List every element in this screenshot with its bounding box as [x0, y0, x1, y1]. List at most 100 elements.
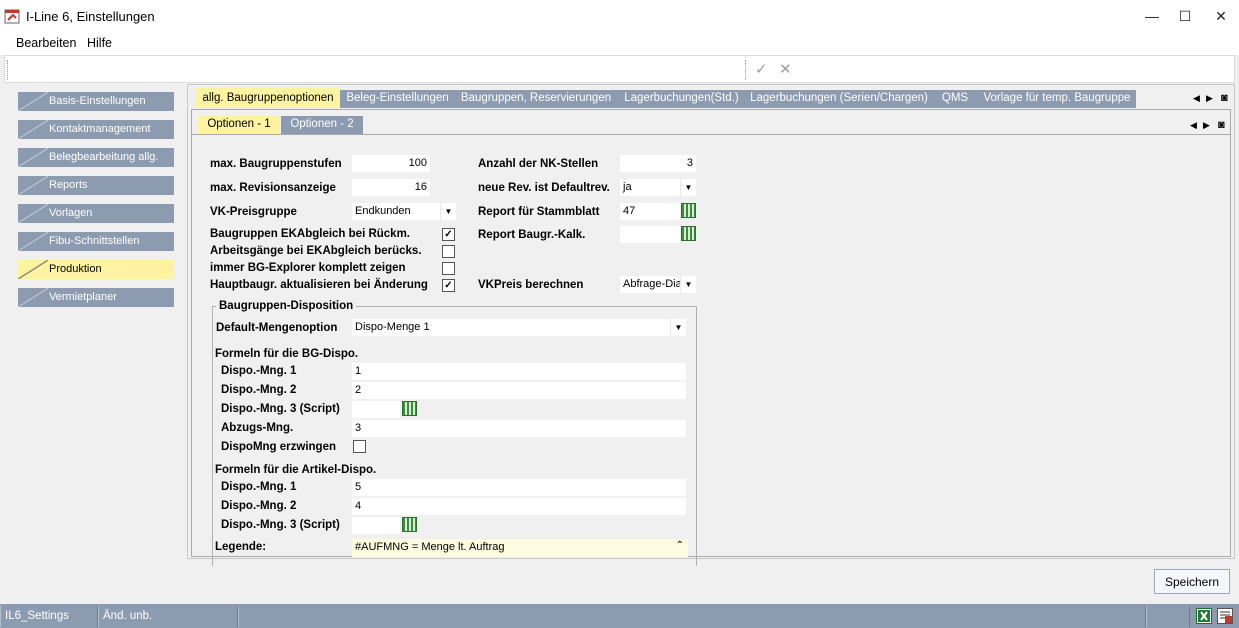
confirm-icon[interactable]: ✓ — [755, 60, 768, 78]
tab-lagerbuchungen-serien[interactable]: Lagerbuchungen (Serien/Chargen) — [746, 90, 932, 108]
app-icon — [4, 9, 20, 24]
sidebar-item-kontakt[interactable]: Kontaktmanagement — [18, 120, 174, 139]
bg-explorer-checkbox[interactable] — [442, 262, 455, 275]
sidebar-item-fibu[interactable]: Fibu-Schnittstellen — [18, 232, 174, 251]
menu-bearbeiten[interactable]: Bearbeiten — [16, 36, 76, 50]
maximize-button[interactable]: ☐ — [1174, 6, 1196, 26]
ag-ek-label: Arbeitsgänge bei EKAbgleich berücks. — [210, 245, 422, 257]
minimize-button[interactable]: — — [1141, 6, 1163, 26]
sidebar-item-produktion[interactable]: Produktion — [18, 260, 174, 279]
report-kalk-field[interactable] — [620, 226, 680, 243]
sidebar-item-vermiet[interactable]: Vermietplaner — [18, 288, 174, 307]
max-stufen-field[interactable]: 100 — [352, 155, 430, 172]
nk-stellen-field[interactable]: 3 — [620, 155, 696, 172]
erzwingen-checkbox[interactable] — [353, 440, 366, 453]
max-rev-label: max. Revisionsanzeige — [210, 182, 336, 194]
vkpreis-select[interactable]: Abfrage-Dia ▼ — [620, 276, 696, 293]
bg-dispo-heading: Formeln für die BG-Dispo. — [215, 348, 359, 360]
chevron-down-icon[interactable]: ▼ — [440, 203, 456, 220]
bg-dispo-2-field[interactable]: 2 — [352, 382, 686, 399]
status-spacer-2 — [1146, 606, 1190, 627]
subtab-scroll-left-icon[interactable]: ◀ — [1190, 120, 1197, 131]
art-dispo-1-field[interactable]: 5 — [352, 479, 686, 496]
bg-dispo-2-label: Dispo.-Mng. 2 — [221, 384, 297, 396]
vk-preisgruppe-select[interactable]: Endkunden ▼ — [352, 203, 456, 220]
art-dispo-2-field[interactable]: 4 — [352, 498, 686, 515]
bg-dispo-1-label: Dispo.-Mng. 1 — [221, 365, 297, 377]
sidebar-item-beleg[interactable]: Belegbearbeitung allg. — [18, 148, 174, 167]
erzwingen-label: DispoMng erzwingen — [221, 441, 336, 453]
abzugs-mng-field[interactable]: 3 — [352, 420, 686, 437]
tab-beleg-einstellungen[interactable]: Beleg-Einstellungen — [340, 90, 455, 108]
report-picker-icon[interactable] — [681, 226, 696, 241]
abzugs-mng-label: Abzugs-Mng. — [221, 422, 294, 434]
excel-icon[interactable] — [1196, 608, 1212, 624]
neue-rev-select[interactable]: ja ▼ — [620, 179, 696, 196]
toolbar: ✓ ✕ — [4, 55, 1235, 83]
report-stammblatt-field[interactable]: 47 — [620, 203, 680, 220]
bg-dispo-3-label: Dispo.-Mng. 3 (Script) — [221, 403, 340, 415]
tab-qms[interactable]: QMS — [932, 90, 978, 108]
default-menge-value: Dispo-Menge 1 — [355, 321, 430, 333]
subtab-optionen-1[interactable]: Optionen - 1 — [198, 116, 280, 134]
tab-scroll-left-icon[interactable]: ◀ — [1193, 93, 1200, 104]
neue-rev-value: ja — [623, 181, 632, 193]
tab-baugruppen-reservierungen[interactable]: Baugruppen, Reservierungen — [455, 90, 617, 108]
chevron-down-icon[interactable]: ▼ — [680, 276, 696, 293]
script-picker-icon[interactable] — [402, 401, 417, 416]
tab-close-icon[interactable]: ◙ — [1221, 92, 1228, 104]
tab-scroll-right-icon[interactable]: ▶ — [1206, 93, 1213, 104]
tab-allg-baugruppenoptionen[interactable]: allg. Baugruppenoptionen — [196, 88, 340, 108]
bg-dispo-3-field[interactable] — [352, 401, 400, 418]
status-app: IL6_Settings — [0, 606, 98, 627]
report-kalk-label: Report Baugr.-Kalk. — [478, 229, 586, 241]
vk-preisgruppe-value: Endkunden — [355, 205, 411, 217]
hauptbaugr-checkbox[interactable] — [442, 279, 455, 292]
close-button[interactable]: ✕ — [1210, 6, 1232, 26]
default-menge-label: Default-Mengenoption — [216, 322, 338, 334]
art-dispo-2-label: Dispo.-Mng. 2 — [221, 500, 297, 512]
default-menge-select[interactable]: Dispo-Menge 1 ▼ — [352, 319, 686, 336]
nk-stellen-label: Anzahl der NK-Stellen — [478, 158, 599, 170]
subtab-scroll-right-icon[interactable]: ▶ — [1203, 120, 1210, 131]
title-bar: I-Line 6, Einstellungen — ☐ ✕ — [0, 0, 1239, 32]
sidebar-item-vorlagen[interactable]: Vorlagen — [18, 204, 174, 223]
menu-hilfe[interactable]: Hilfe — [87, 36, 112, 50]
scroll-up-icon[interactable]: ⌃ — [676, 540, 684, 551]
tab-lagerbuchungen-std[interactable]: Lagerbuchungen(Std.) — [617, 90, 746, 108]
tab-vorlage-temp[interactable]: Vorlage für temp. Baugruppe — [978, 90, 1136, 108]
bg-dispo-1-field[interactable]: 1 — [352, 363, 686, 380]
cancel-icon[interactable]: ✕ — [779, 60, 792, 78]
hauptbaugr-label: Hauptbaugr. aktualisieren bei Änderung — [210, 279, 428, 291]
art-dispo-heading: Formeln für die Artikel-Dispo. — [215, 464, 377, 476]
max-stufen-label: max. Baugruppenstufen — [210, 158, 342, 170]
save-button[interactable]: Speichern — [1154, 569, 1230, 594]
export-icon[interactable] — [1217, 608, 1233, 624]
subtab-optionen-2[interactable]: Optionen - 2 — [281, 116, 363, 134]
script-picker-icon[interactable] — [402, 517, 417, 532]
legende-text: #AUFMNG = Menge lt. Auftrag — [355, 541, 505, 553]
toolbar-separator — [745, 60, 747, 80]
ag-ek-checkbox[interactable] — [442, 245, 455, 258]
ek-rueckm-checkbox[interactable] — [442, 228, 455, 241]
vkpreis-label: VKPreis berechnen — [478, 279, 584, 291]
sidebar-item-basis[interactable]: Basis-Einstellungen — [18, 92, 174, 111]
report-stammblatt-label: Report für Stammblatt — [478, 206, 600, 218]
legende-label: Legende: — [215, 541, 267, 553]
status-spacer — [238, 606, 1146, 627]
chevron-down-icon[interactable]: ▼ — [680, 179, 696, 196]
settings-panel: allg. Baugruppenoptionen Beleg-Einstellu… — [187, 84, 1235, 566]
tab-content: Optionen - 1 Optionen - 2 ◀ ▶ ◙ max. Bau… — [191, 109, 1231, 566]
report-picker-icon[interactable] — [681, 203, 696, 218]
chevron-down-icon[interactable]: ▼ — [670, 319, 686, 336]
sidebar-item-reports[interactable]: Reports — [18, 176, 174, 195]
subtab-divider — [192, 134, 1230, 135]
art-dispo-3-field[interactable] — [352, 517, 400, 534]
subtab-close-icon[interactable]: ◙ — [1218, 119, 1225, 131]
legende-textarea[interactable]: #AUFMNG = Menge lt. Auftrag ⌃ — [352, 539, 688, 557]
status-state: Änd. unb. — [98, 606, 238, 627]
bg-explorer-label: immer BG-Explorer komplett zeigen — [210, 262, 406, 274]
toolbar-grip — [7, 60, 9, 80]
max-rev-field[interactable]: 16 — [352, 179, 430, 196]
disposition-group-title: Baugruppen-Disposition — [216, 300, 357, 312]
